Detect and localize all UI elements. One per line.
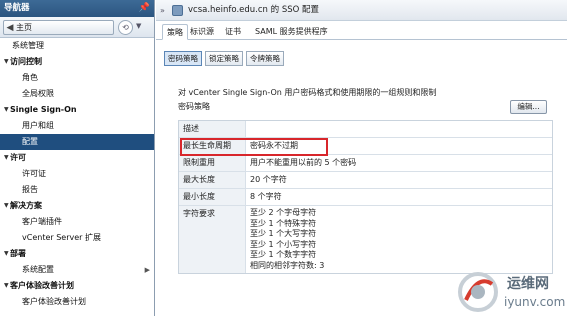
table-row: 最小长度 8 个字符 <box>179 189 552 206</box>
expand-triangle-icon[interactable]: ▼ <box>4 54 9 70</box>
table-row: 字符要求 至少 2 个字母字符 至少 1 个特殊字符 至少 1 个大写字符 至少 1 个… <box>179 206 552 273</box>
sidebar-item-label: 解决方案 <box>10 201 42 210</box>
requirement-line: 至少 1 个大写字符 <box>250 229 317 238</box>
sidebar-item[interactable]: 客户端插件 <box>0 214 154 230</box>
watermark: 运维网 iyunv.com <box>452 268 567 316</box>
row-label: 最小长度 <box>179 189 246 205</box>
navigator-title: 导航器 <box>4 3 30 13</box>
requirement-line: 至少 1 个数字字符 <box>250 250 317 259</box>
page-title: vcsa.heinfo.edu.cn 的 SSO 配置 <box>188 5 320 15</box>
sidebar-item-label: Single Sign-On <box>10 105 77 114</box>
tab[interactable]: 策略 <box>162 24 188 40</box>
sidebar-item[interactable]: 系统管理 <box>0 38 154 54</box>
sidebar-item[interactable]: ▼ 许可 <box>0 150 154 166</box>
highlight-annotation <box>180 138 328 156</box>
main-tabs: 策略 标识源 证书 SAML 服务提供程序 <box>156 21 567 40</box>
sidebar-item[interactable]: ▼ 解决方案 <box>0 198 154 214</box>
sidebar-item-label: 客户端插件 <box>22 217 62 226</box>
sidebar-item-label: vCenter Server 扩展 <box>22 233 101 242</box>
row-value: 20 个字符 <box>250 175 287 184</box>
sidebar-item[interactable]: 系统配置 ▶ <box>0 262 154 278</box>
expand-triangle-icon[interactable]: ▼ <box>4 150 9 166</box>
sidebar-item[interactable]: 配置 <box>0 134 154 150</box>
sidebar-item-label: 角色 <box>22 73 38 82</box>
sidebar-item[interactable]: 许可证 <box>0 166 154 182</box>
history-icon[interactable]: ⟲ <box>118 20 133 35</box>
expand-triangle-icon[interactable]: ▼ <box>4 278 9 294</box>
row-label: 最大长度 <box>179 172 246 188</box>
watermark-text: 运维网 <box>507 276 549 292</box>
requirement-line: 至少 2 个字母字符 <box>250 208 317 217</box>
row-label: 字符要求 <box>179 206 246 273</box>
watermark-logo-icon <box>458 272 498 312</box>
requirement-line: 至少 1 个小写字符 <box>250 239 317 249</box>
sidebar-item[interactable]: ▼ 部署 <box>0 246 154 262</box>
edit-button[interactable]: 编辑... <box>510 100 547 114</box>
chevron-down-icon[interactable]: ▼ <box>136 22 141 30</box>
tab[interactable]: SAML 服务提供程序 <box>251 24 332 40</box>
pin-icon[interactable]: 📌 <box>139 0 150 17</box>
sidebar-item-label: 系统管理 <box>12 41 44 50</box>
sidebar-item-label: 全局权限 <box>22 89 54 98</box>
sidebar-item[interactable]: vCenter Server 扩展 <box>0 230 154 246</box>
table-row: 描述 <box>179 121 552 138</box>
sidebar-item[interactable]: ▼ 客户体验改善计划 <box>0 278 154 294</box>
sidebar-item-label: 用户和组 <box>22 121 54 130</box>
navigator-header: 导航器 📌 <box>0 0 154 17</box>
sidebar-item-label: 访问控制 <box>10 57 42 66</box>
sidebar-item-label: 许可 <box>10 153 26 162</box>
sidebar-item[interactable]: 角色 <box>0 70 154 86</box>
row-value: 至少 2 个字母字符 至少 1 个特殊字符 至少 1 个大写字符 至少 1 个小写字符… <box>246 206 552 273</box>
sso-config-icon <box>172 5 183 16</box>
sidebar-item[interactable]: ▼ 访问控制 <box>0 54 154 70</box>
back-button[interactable]: ◀ 主页 <box>3 20 114 35</box>
sidebar-item-label: 系统配置 <box>22 265 54 274</box>
sidebar-item-label: 许可证 <box>22 169 46 178</box>
sidebar-item[interactable]: 用户和组 <box>0 118 154 134</box>
sidebar-item[interactable]: 全局权限 <box>0 86 154 102</box>
row-label: 描述 <box>179 121 246 137</box>
expand-triangle-icon[interactable]: ▼ <box>4 246 9 262</box>
sidebar-item[interactable]: 报告 <box>0 182 154 198</box>
sidebar-item-label: 配置 <box>22 137 38 146</box>
navigator-toolbar: ◀ 主页 ⟲ ▼ <box>0 17 154 38</box>
sidebar-item-label: 部署 <box>10 249 26 258</box>
subtab[interactable]: 锁定策略 <box>205 51 243 66</box>
subtab[interactable]: 令牌策略 <box>246 51 284 66</box>
row-value: 用户不能重用以前的 5 个密码 <box>250 158 357 167</box>
table-row: 最大长度 20 个字符 <box>179 172 552 189</box>
row-label: 限制重用 <box>179 155 246 171</box>
sidebar-item[interactable]: ▼ Single Sign-On <box>0 102 154 118</box>
back-arrow-icon: ◀ <box>6 23 14 33</box>
collapse-arrows-icon[interactable]: » <box>160 0 165 21</box>
tab[interactable]: 标识源 <box>186 24 218 40</box>
sidebar-item-label: 客户体验改善计划 <box>10 281 74 290</box>
back-button-label: 主页 <box>16 23 32 32</box>
watermark-url: iyunv.com <box>504 295 566 309</box>
row-value <box>246 121 552 137</box>
tab[interactable]: 证书 <box>221 24 245 40</box>
main-header: » vcsa.heinfo.edu.cn 的 SSO 配置 <box>156 0 567 21</box>
subtab[interactable]: 密码策略 <box>164 51 202 66</box>
sidebar-item-label: 报告 <box>22 185 38 194</box>
expand-triangle-icon[interactable]: ▼ <box>4 198 9 214</box>
sidebar-item-label: 客户体验改善计划 <box>22 297 86 306</box>
row-value: 8 个字符 <box>250 192 282 201</box>
requirement-line: 至少 1 个特殊字符 <box>250 218 317 228</box>
sidebar-item[interactable]: 客户体验改善计划 <box>0 294 154 310</box>
table-row: 限制重用 用户不能重用以前的 5 个密码 <box>179 155 552 172</box>
expand-triangle-icon[interactable]: ▼ <box>4 102 9 118</box>
navigator-panel: 导航器 📌 ◀ 主页 ⟲ ▼ 系统管理 ▼ 访问控制 角色 全局权限 ▼ Single Sig… <box>0 0 155 316</box>
navigator-tree: 系统管理 ▼ 访问控制 角色 全局权限 ▼ Single Sign-On 用户和组 配置 ▼ 许可许… <box>0 38 154 310</box>
chevron-right-icon[interactable]: ▶ <box>145 262 150 278</box>
password-policy-label: 密码策略 <box>178 102 210 111</box>
policy-description: 对 vCenter Single Sign-On 用户密码格式和使用期限的一组规… <box>178 88 437 97</box>
